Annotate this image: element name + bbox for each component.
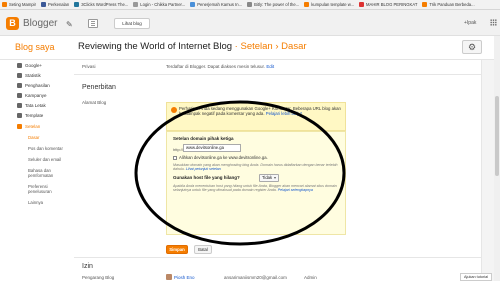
blog-authors-label: Pengarang Blog bbox=[82, 275, 115, 280]
bookmark-item[interactable]: Trik Panduan Berbeda... bbox=[420, 2, 475, 7]
earnings-icon bbox=[17, 83, 22, 88]
bookmark-item[interactable]: Seting Mampir bbox=[0, 2, 36, 7]
bookmark-label: MAHIR BLOG PERINGKAT bbox=[366, 2, 418, 7]
user-profile-link[interactable]: +Ipak bbox=[464, 20, 476, 26]
brand-name: Blogger bbox=[23, 18, 58, 29]
bookmark-label: kumpulan template w... bbox=[311, 2, 355, 7]
wrench-icon bbox=[17, 124, 22, 129]
bookmark-label: 3Clicks WordPress The... bbox=[81, 2, 129, 7]
divider bbox=[74, 257, 482, 258]
apps-grid-icon[interactable] bbox=[490, 19, 497, 26]
sidebar-item-layout[interactable]: Tata Letak bbox=[17, 103, 46, 108]
author-name[interactable]: Piosh Eno bbox=[174, 275, 195, 280]
bookmark-label: Perkenalan bbox=[48, 2, 70, 7]
stats-icon bbox=[17, 73, 22, 78]
bookmarks-bar: Seting Mampir Perkenalan 3Clicks WordPre… bbox=[0, 0, 500, 10]
feedback-button[interactable]: Ajukan tutorial bbox=[460, 273, 492, 281]
pencil-icon[interactable]: ✎ bbox=[66, 20, 73, 29]
bookmark-favicon bbox=[41, 2, 46, 7]
permissions-section-title: Izin bbox=[82, 263, 93, 270]
sidebar: Google+ Statistik Penghasilan Kampanye T… bbox=[0, 60, 74, 281]
bookmark-item[interactable]: MAHIR BLOG PERINGKAT bbox=[357, 2, 417, 7]
breadcrumb-subsection: Dasar bbox=[281, 41, 307, 52]
author-email: ansarimaniismm20@gmail.com bbox=[224, 275, 287, 280]
settings-sub-search-preferences[interactable]: Preferensi penelusuran bbox=[28, 184, 72, 194]
bookmark-favicon bbox=[133, 2, 139, 7]
bookmark-favicon bbox=[304, 2, 310, 7]
view-blog-button[interactable]: Lihat blog bbox=[114, 18, 150, 29]
bookmark-label: Seting Mampir bbox=[9, 2, 36, 7]
sidebar-item-settings[interactable]: Setelan bbox=[17, 124, 40, 129]
sidebar-item-template[interactable]: Template bbox=[17, 113, 43, 118]
template-icon bbox=[17, 113, 22, 118]
privacy-edit-link[interactable]: Edit bbox=[266, 64, 274, 69]
publishing-section-title: Penerbitan bbox=[82, 84, 116, 91]
settings-sub-mobile-email[interactable]: Seluler dan email bbox=[28, 157, 72, 162]
bookmark-label: Bitly: The power of the... bbox=[254, 2, 300, 7]
sidebar-item-label: Kampanye bbox=[25, 93, 47, 98]
avatar bbox=[166, 274, 172, 280]
scrollbar-thumb[interactable] bbox=[495, 96, 499, 176]
privacy-text: Terdaftar di Blogger. Dapat diakses mesi… bbox=[166, 64, 274, 69]
bookmark-favicon bbox=[74, 2, 80, 7]
bookmark-favicon bbox=[247, 2, 253, 7]
sidebar-item-label: Setelan bbox=[25, 124, 41, 129]
blog-title: Reviewing the World of Internet Blog bbox=[78, 41, 233, 52]
bookmark-favicon bbox=[359, 2, 365, 7]
bookmark-label: Penerjemah Kamus In... bbox=[197, 2, 243, 7]
layout-icon bbox=[17, 103, 22, 108]
sidebar-item-label: Template bbox=[25, 113, 44, 118]
bookmark-label: Login - Chikka Partner... bbox=[140, 2, 186, 7]
author-role: Admin bbox=[304, 275, 317, 280]
divider bbox=[74, 74, 482, 75]
bookmark-item[interactable]: kumpulan template w... bbox=[302, 2, 354, 7]
bookmark-item[interactable]: Penerjemah Kamus In... bbox=[188, 2, 242, 7]
my-blogs-link[interactable]: Blog saya bbox=[15, 42, 55, 52]
bookmark-item[interactable]: Perkenalan bbox=[39, 2, 69, 7]
settings-sub-language-formatting[interactable]: Bahasa dan pemformatan bbox=[28, 168, 72, 178]
sidebar-item-campaigns[interactable]: Kampanye bbox=[17, 93, 47, 98]
sidebar-item-label: Google+ bbox=[25, 63, 43, 68]
gear-icon[interactable]: ⚙ bbox=[462, 40, 482, 54]
sidebar-item-label: Statistik bbox=[25, 73, 41, 78]
sidebar-item-earnings[interactable]: Penghasilan bbox=[17, 83, 50, 88]
privacy-status: Terdaftar di Blogger. Dapat diakses mesi… bbox=[166, 64, 266, 69]
bookmark-label: Trik Panduan Berbeda... bbox=[429, 2, 475, 7]
breadcrumb-section[interactable]: Setelan bbox=[240, 41, 272, 52]
bookmark-item[interactable]: 3Clicks WordPress The... bbox=[72, 2, 128, 7]
google-plus-icon bbox=[17, 63, 22, 68]
sidebar-item-google-plus[interactable]: Google+ bbox=[17, 63, 42, 68]
blogger-logo-icon[interactable]: B bbox=[6, 17, 19, 30]
settings-sub-posts-comments[interactable]: Pos dan komentar bbox=[28, 146, 72, 151]
breadcrumb-separator: › bbox=[272, 41, 282, 52]
bookmark-favicon bbox=[190, 2, 196, 7]
bookmark-item[interactable]: Login - Chikka Partner... bbox=[131, 2, 185, 7]
sidebar-item-stats[interactable]: Statistik bbox=[17, 73, 41, 78]
scrollbar[interactable] bbox=[494, 36, 500, 281]
bookmark-item[interactable]: Bitly: The power of the... bbox=[245, 2, 299, 7]
blogger-topbar: B Blogger ✎ Lihat blog +Ipak bbox=[0, 10, 500, 36]
bookmark-favicon bbox=[422, 2, 428, 7]
settings-sub-basic[interactable]: Dasar bbox=[28, 135, 72, 140]
breadcrumb: Reviewing the World of Internet Blog · S… bbox=[78, 41, 307, 52]
privacy-label: Privasi bbox=[82, 64, 96, 69]
campaign-icon bbox=[17, 93, 22, 98]
bookmark-favicon bbox=[2, 2, 7, 7]
sidebar-item-label: Penghasilan bbox=[25, 83, 50, 88]
ellipse-annotation bbox=[134, 100, 346, 246]
settings-sub-other[interactable]: Lainnya bbox=[28, 200, 72, 205]
posts-list-icon[interactable] bbox=[88, 19, 98, 28]
sidebar-item-label: Tata Letak bbox=[25, 103, 46, 108]
blog-address-label: Alamat Blog bbox=[82, 100, 107, 105]
